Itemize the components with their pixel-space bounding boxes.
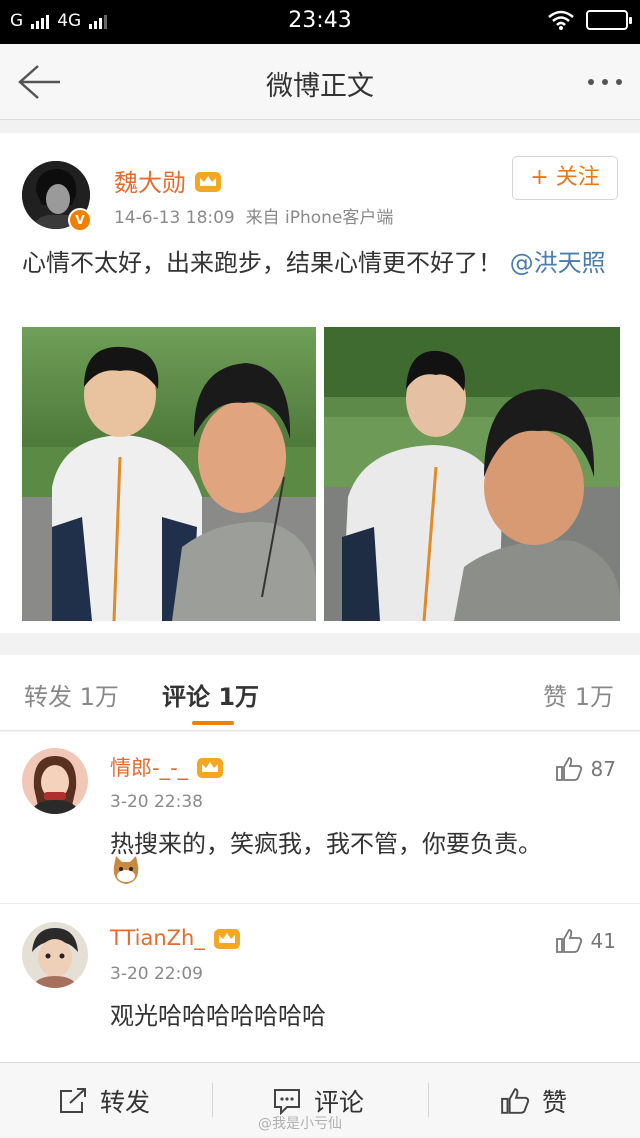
- page-title: 微博正文: [266, 71, 374, 102]
- comment-like-button[interactable]: 41: [555, 928, 616, 954]
- author-name[interactable]: 魏大勋: [114, 163, 186, 198]
- follow-button[interactable]: + 关注: [512, 156, 618, 200]
- tab-repost-label: 转发: [24, 683, 72, 711]
- more-icon[interactable]: [588, 79, 622, 85]
- comment-author-row[interactable]: 情郎-_-_: [110, 752, 224, 782]
- tab-like-count: 1万: [574, 683, 614, 711]
- tab-comment[interactable]: 评论 1万: [162, 677, 259, 712]
- comment-list: 情郎-_-_ 3-20 22:38 热搜来的，笑疯我，我不管，你要负责。 87: [0, 732, 640, 1062]
- tab-repost[interactable]: 转发 1万: [24, 677, 119, 712]
- avatar[interactable]: [22, 748, 88, 814]
- divider: [428, 1083, 429, 1117]
- thumbs-up-icon: [555, 757, 582, 781]
- tab-like[interactable]: 赞 1万: [543, 677, 614, 712]
- tab-comment-count: 1万: [218, 683, 260, 711]
- thumbs-up-icon: [555, 929, 582, 953]
- post-meta: 14-6-13 18:09 来自 iPhone客户端: [114, 203, 393, 228]
- comment-like-button[interactable]: 87: [555, 756, 616, 782]
- tab-like-label: 赞: [543, 683, 568, 711]
- repost-label: 转发: [100, 1087, 151, 1117]
- battery-icon: [586, 10, 632, 30]
- comment-time: 3-20 22:09: [110, 964, 203, 984]
- thumbs-up-icon: [501, 1087, 530, 1114]
- like-label: 赞: [542, 1087, 568, 1117]
- comment-icon: [274, 1088, 300, 1115]
- comment-author[interactable]: 情郎-_-_: [110, 752, 188, 782]
- repost-button[interactable]: 转发: [58, 1063, 150, 1138]
- post-source: 来自 iPhone客户端: [245, 208, 394, 228]
- selfie-photo-1: [22, 327, 316, 621]
- avatar[interactable]: [22, 922, 88, 988]
- crown-vip-icon: [195, 171, 221, 192]
- tab-repost-count: 1万: [79, 683, 119, 711]
- verified-badge: V: [68, 208, 92, 232]
- boy-avatar-icon: [22, 922, 88, 988]
- post-timestamp: 14-6-13 18:09: [114, 208, 235, 228]
- post-tabs: 转发 1万 评论 1万 赞 1万: [0, 655, 640, 731]
- divider: [212, 1083, 213, 1117]
- comment-author-row[interactable]: TTianZh_: [110, 926, 241, 950]
- clock: 23:43: [288, 8, 352, 33]
- selfie-photo-2: [324, 327, 620, 621]
- cat-emoji-icon: [113, 856, 139, 884]
- comment-author[interactable]: TTianZh_: [110, 926, 205, 950]
- girl-avatar-icon: [22, 748, 88, 814]
- nav-bar: 微博正文: [0, 44, 640, 120]
- list-item: TTianZh_ 3-20 22:09 观光哈哈哈哈哈哈哈 41: [0, 904, 640, 1062]
- list-item: 情郎-_-_ 3-20 22:38 热搜来的，笑疯我，我不管，你要负责。 87: [0, 732, 640, 904]
- comment-like-count: 87: [590, 757, 616, 781]
- active-tab-indicator: [192, 721, 234, 725]
- comment-text: 观光哈哈哈哈哈哈哈: [110, 1002, 326, 1030]
- post-photo-2[interactable]: [324, 327, 620, 621]
- like-button[interactable]: 赞: [500, 1063, 567, 1138]
- weibo-post: V 魏大勋 14-6-13 18:09 来自 iPhone客户端 + 关注 心情…: [0, 133, 640, 633]
- crown-vip-icon: [213, 929, 240, 949]
- post-text: 心情不太好，出来跑步，结果心情更不好了！: [22, 249, 502, 277]
- wifi-icon: [548, 10, 574, 30]
- post-body: 心情不太好，出来跑步，结果心情更不好了！ @洪天照: [22, 245, 622, 282]
- tab-comment-label: 评论: [162, 683, 210, 711]
- crown-vip-icon: [197, 758, 224, 778]
- post-photo-1[interactable]: [22, 327, 316, 621]
- mention-link[interactable]: @洪天照: [510, 249, 606, 277]
- comment-like-count: 41: [590, 929, 616, 953]
- comment-text: 热搜来的，笑疯我，我不管，你要负责。: [110, 830, 542, 858]
- author-name-row[interactable]: 魏大勋: [114, 163, 222, 198]
- comment-time: 3-20 22:38: [110, 792, 203, 812]
- share-icon: [60, 1087, 86, 1113]
- status-bar: G 4G 23:43: [0, 0, 640, 44]
- status-icons: [548, 10, 632, 30]
- watermark-text: @我是小亏仙: [258, 1116, 342, 1132]
